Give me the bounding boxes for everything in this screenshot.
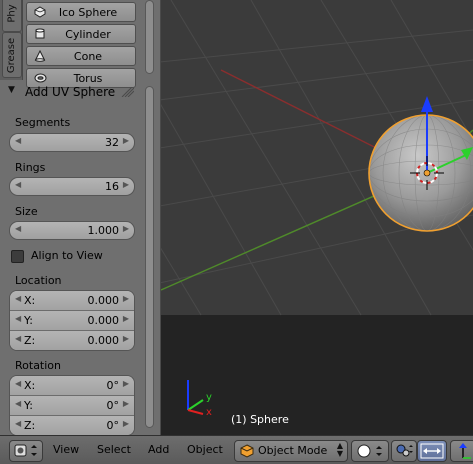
editor-type-icon [14,444,37,457]
decrement-arrow-icon[interactable]: ◀ [15,224,21,233]
decrement-arrow-icon[interactable]: ◀ [15,294,21,303]
shelf-scrollbar[interactable] [144,0,154,430]
location-z-field[interactable]: ◀ Z: 0.000 ▶ [10,331,134,350]
axis-label: X: [24,294,36,307]
rings-field[interactable]: ◀ 16 ▶ [9,177,135,196]
uv-sphere-object[interactable] [368,114,473,232]
editor-type-button[interactable] [9,440,43,462]
translate-arrow-icon [459,443,471,459]
ico-sphere-icon [33,5,47,19]
size-field[interactable]: ◀ 1.000 ▶ [9,221,135,240]
rotation-y-field[interactable]: ◀ Y: 0° ▶ [10,396,134,416]
size-value: 1.000 [87,224,120,237]
axis-label: Y: [24,314,33,327]
decrement-arrow-icon[interactable]: ◀ [15,314,21,323]
rotation-z-value: 0° [106,419,120,432]
shelf-tab-strip: Phy Grease [0,0,23,80]
rings-label: Rings [15,161,46,174]
object-mode-icon [240,444,254,458]
axis-label: Y: [24,399,33,412]
increment-arrow-icon[interactable]: ▶ [123,314,129,323]
tool-shelf: Phy Grease Ico Sphere Cylinder Cone Toru… [0,0,161,436]
viewport-canvas[interactable]: y x [161,0,473,435]
increment-arrow-icon[interactable]: ▶ [123,294,129,303]
3d-viewport[interactable]: y x (1) Sphere [161,0,473,435]
blender-window: Phy Grease Ico Sphere Cylinder Cone Toru… [0,0,473,464]
object-menu[interactable]: Object [187,443,223,456]
operator-panel-header[interactable]: ▼ Add UV Sphere [0,82,144,102]
operator-panel: ▼ Add UV Sphere Segments ◀ 32 ▶ Rings ◀ … [0,82,144,436]
increment-arrow-icon[interactable]: ▶ [123,419,129,428]
align-to-view-label: Align to View [31,249,103,262]
location-label: Location [15,274,62,287]
increment-arrow-icon[interactable]: ▶ [123,224,129,233]
decrement-arrow-icon[interactable]: ◀ [15,136,21,145]
view-menu[interactable]: View [53,443,79,456]
drag-grip-icon[interactable] [120,87,134,97]
segments-value: 32 [105,136,119,149]
decrement-arrow-icon[interactable]: ◀ [15,180,21,189]
segments-label: Segments [15,116,71,129]
select-menu[interactable]: Select [97,443,131,456]
align-to-view-checkbox[interactable] [11,250,24,263]
rotation-y-value: 0° [106,399,120,412]
solid-shading-icon [357,444,382,458]
viewport-shading-button[interactable] [351,440,389,462]
active-object-label: (1) Sphere [231,413,289,426]
rotation-label: Rotation [15,359,62,372]
tab-grease-label: Grease [6,37,18,73]
increment-arrow-icon[interactable]: ▶ [123,379,129,388]
pivot-point-button[interactable] [391,440,417,462]
location-y-value: 0.000 [87,314,120,327]
tab-physics-label: Phy [6,3,18,23]
decrement-arrow-icon[interactable]: ◀ [15,334,21,343]
add-mesh-buttons: Ico Sphere Cylinder Cone Torus [26,2,136,90]
increment-arrow-icon[interactable]: ▶ [123,334,129,343]
decrement-arrow-icon[interactable]: ◀ [15,379,21,388]
mode-selector[interactable]: Object Mode ▲ ▼ [234,440,348,462]
rotation-x-field[interactable]: ◀ X: 0° ▶ [10,376,134,396]
increment-arrow-icon[interactable]: ▶ [123,399,129,408]
location-x-field[interactable]: ◀ X: 0.000 ▶ [10,291,134,311]
add-ico-sphere-button[interactable]: Ico Sphere [26,2,136,22]
viewport-header: View Select Add Object Object Mode ▲ ▼ [0,435,473,464]
add-cone-button[interactable]: Cone [26,46,136,66]
location-y-field[interactable]: ◀ Y: 0.000 ▶ [10,311,134,331]
tab-physics[interactable]: Phy [2,0,22,32]
pivot-point-icon [396,444,413,457]
rotation-z-field[interactable]: ◀ Z: 0° ▶ [10,416,134,435]
manipulator-icon [420,443,444,459]
location-z-value: 0.000 [87,334,120,347]
rotation-vector: ◀ X: 0° ▶ ◀ Y: 0° ▶ ◀ Z: 0° ▶ [9,375,135,436]
cylinder-icon [33,27,47,41]
shelf-scrollbar-top-thumb[interactable] [145,0,154,74]
rotation-x-value: 0° [106,379,120,392]
tab-grease-pencil[interactable]: Grease [2,32,22,78]
size-label: Size [15,205,38,218]
operator-title: Add UV Sphere [25,85,116,99]
updown-arrows-icon: ▲ ▼ [336,441,343,458]
axis-x-letter: x [206,407,212,418]
rings-value: 16 [105,180,119,193]
segments-field[interactable]: ◀ 32 ▶ [9,133,135,152]
axis-label: Z: [24,419,36,432]
add-menu[interactable]: Add [148,443,169,456]
mode-label: Object Mode [258,444,328,457]
increment-arrow-icon[interactable]: ▶ [123,180,129,189]
axis-y-letter: y [206,392,212,403]
axis-label: X: [24,379,36,392]
axis-label: Z: [24,334,36,347]
location-x-value: 0.000 [87,294,120,307]
collapse-arrow-icon[interactable]: ▼ [8,85,15,95]
increment-arrow-icon[interactable]: ▶ [123,136,129,145]
add-cylinder-button[interactable]: Cylinder [26,24,136,44]
decrement-arrow-icon[interactable]: ◀ [15,399,21,408]
shelf-scrollbar-thumb[interactable] [145,86,154,428]
translate-manipulator-button[interactable] [450,440,473,462]
location-vector: ◀ X: 0.000 ▶ ◀ Y: 0.000 ▶ ◀ Z: 0.000 ▶ [9,290,135,351]
decrement-arrow-icon[interactable]: ◀ [15,419,21,428]
cone-icon [33,49,47,63]
transform-manipulator-toggle[interactable] [417,440,447,462]
